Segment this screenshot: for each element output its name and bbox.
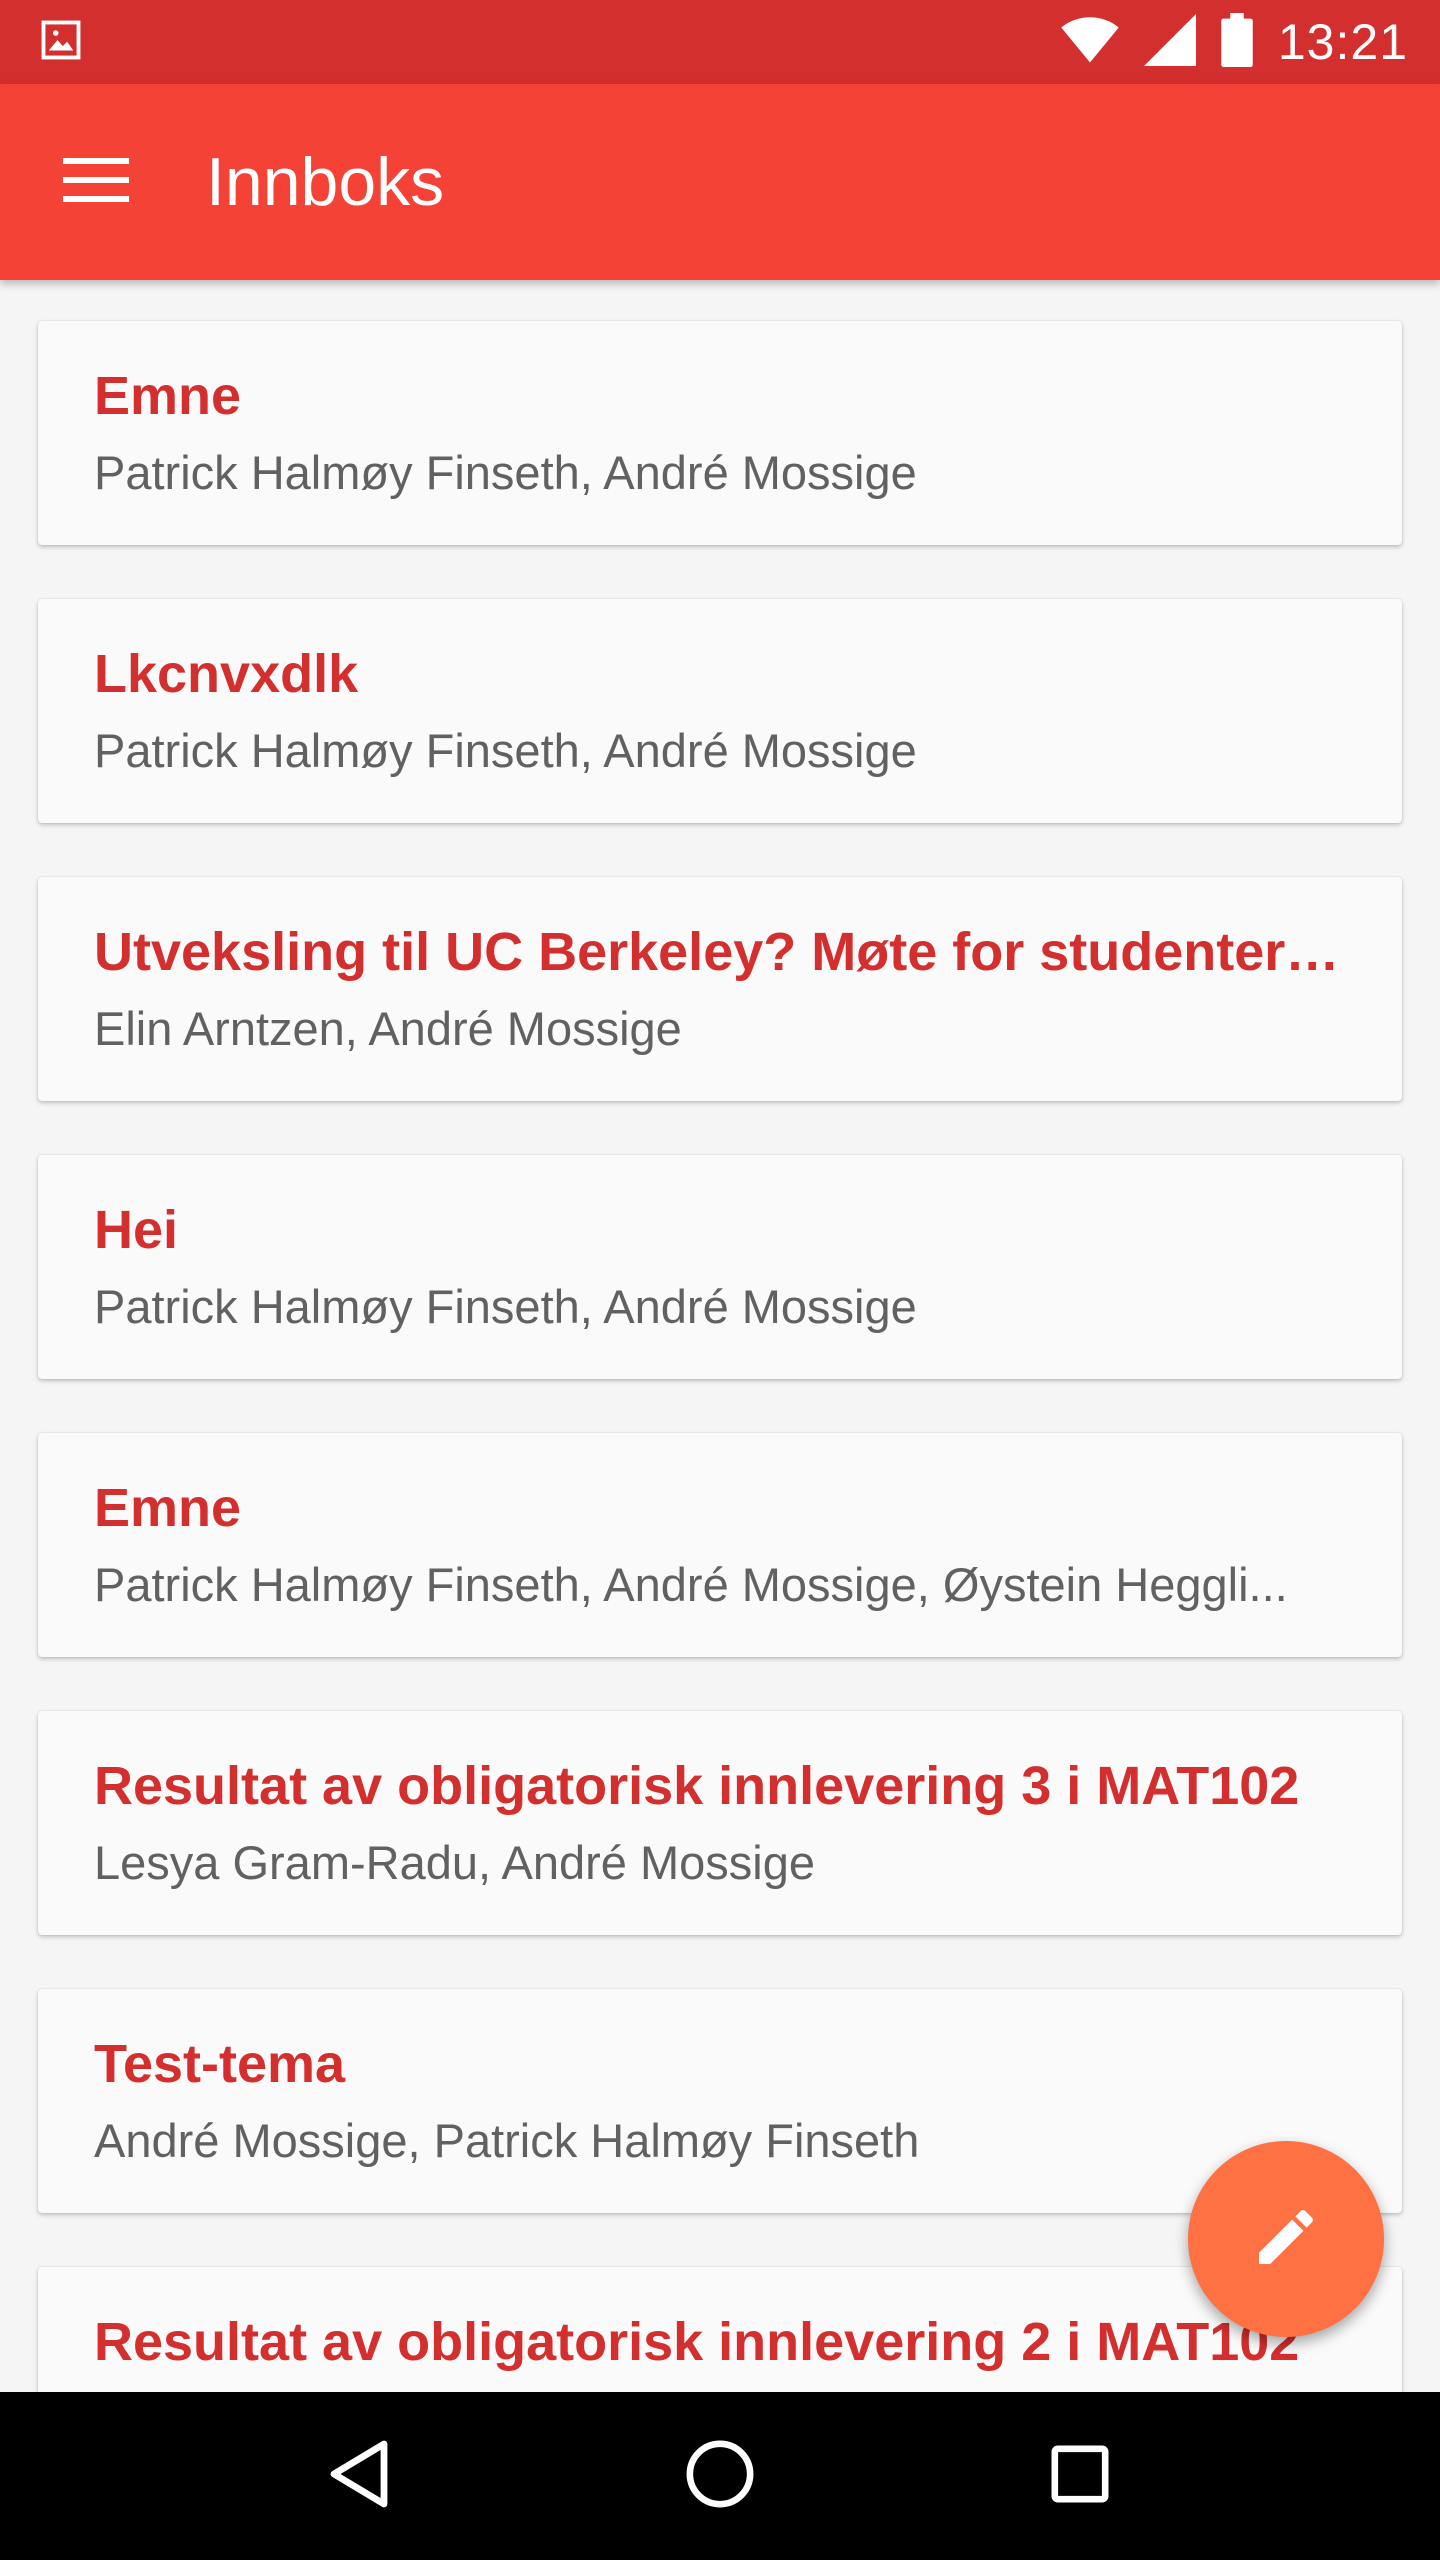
menu-button[interactable] bbox=[0, 84, 196, 280]
conversation-subject: Emne bbox=[94, 366, 242, 426]
conversation-card[interactable]: Emne Patrick Halmøy Finseth, André Mossi… bbox=[38, 1433, 1402, 1657]
back-button[interactable] bbox=[300, 2416, 420, 2536]
system-nav-bar bbox=[0, 2392, 1440, 2560]
battery-icon bbox=[1220, 12, 1254, 72]
conversation-subject: Utveksling til UC Berkeley? Møte for stu… bbox=[94, 922, 1346, 982]
conversation-participants: Elin Arntzen, André Mossige bbox=[94, 1002, 682, 1055]
back-icon bbox=[328, 2438, 392, 2515]
conversation-subject: Lkcnvxdlk bbox=[94, 644, 359, 704]
conversation-subject: Resultat av obligatorisk innlevering 3 i… bbox=[94, 1756, 1300, 1816]
conversation-participants: Patrick Halmøy Finseth, André Mossige bbox=[94, 724, 917, 777]
conversation-participants: Lesya Gram-Radu, André Mossige bbox=[94, 1836, 815, 1889]
status-time: 13:21 bbox=[1277, 14, 1408, 70]
home-icon bbox=[685, 2439, 755, 2514]
conversation-card[interactable]: Lkcnvxdlk Patrick Halmøy Finseth, André … bbox=[38, 599, 1402, 823]
conversation-subject: Emne bbox=[94, 1478, 242, 1538]
compose-button[interactable] bbox=[1188, 2141, 1384, 2337]
pencil-edit-icon bbox=[1250, 2201, 1322, 2278]
recents-button[interactable] bbox=[1020, 2416, 1140, 2536]
conversation-participants: Patrick Halmøy Finseth, André Mossige bbox=[94, 1280, 917, 1333]
wifi-icon bbox=[1060, 14, 1120, 71]
recents-icon bbox=[1049, 2443, 1111, 2510]
conversation-card[interactable]: Resultat av obligatorisk innlevering 2 i… bbox=[38, 2267, 1402, 2392]
home-button[interactable] bbox=[660, 2416, 780, 2536]
screen: 13:21 Innboks Emne Patrick Halmøy Finset… bbox=[0, 0, 1440, 2560]
conversation-card[interactable]: Test-tema André Mossige, Patrick Halmøy … bbox=[38, 1989, 1402, 2213]
conversation-card[interactable]: Utveksling til UC Berkeley? Møte for stu… bbox=[38, 877, 1402, 1101]
conversation-participants: Patrick Halmøy Finseth, André Mossige, Ø… bbox=[94, 1558, 1288, 1611]
conversation-card[interactable]: Emne Patrick Halmøy Finseth, André Mossi… bbox=[38, 321, 1402, 545]
page-title: Innboks bbox=[206, 144, 445, 220]
conversation-card[interactable]: Resultat av obligatorisk innlevering 3 i… bbox=[38, 1711, 1402, 1935]
conversation-subject: Resultat av obligatorisk innlevering 2 i… bbox=[94, 2312, 1300, 2372]
cell-signal-icon bbox=[1143, 13, 1196, 71]
conversation-subject: Test-tema bbox=[94, 2034, 346, 2094]
conversation-participants: André Mossige, Patrick Halmøy Finseth bbox=[94, 2114, 920, 2167]
conversation-subject: Hei bbox=[94, 1200, 179, 1260]
conversation-card[interactable]: Hei Patrick Halmøy Finseth, André Mossig… bbox=[38, 1155, 1402, 1379]
conversation-participants: Patrick Halmøy Finseth, André Mossige bbox=[94, 446, 917, 499]
status-bar: 13:21 bbox=[0, 0, 1440, 84]
image-notification-icon bbox=[40, 19, 82, 66]
inbox-list[interactable]: Emne Patrick Halmøy Finseth, André Mossi… bbox=[0, 280, 1440, 2392]
hamburger-menu-icon bbox=[63, 156, 129, 209]
app-bar: Innboks bbox=[0, 84, 1440, 280]
